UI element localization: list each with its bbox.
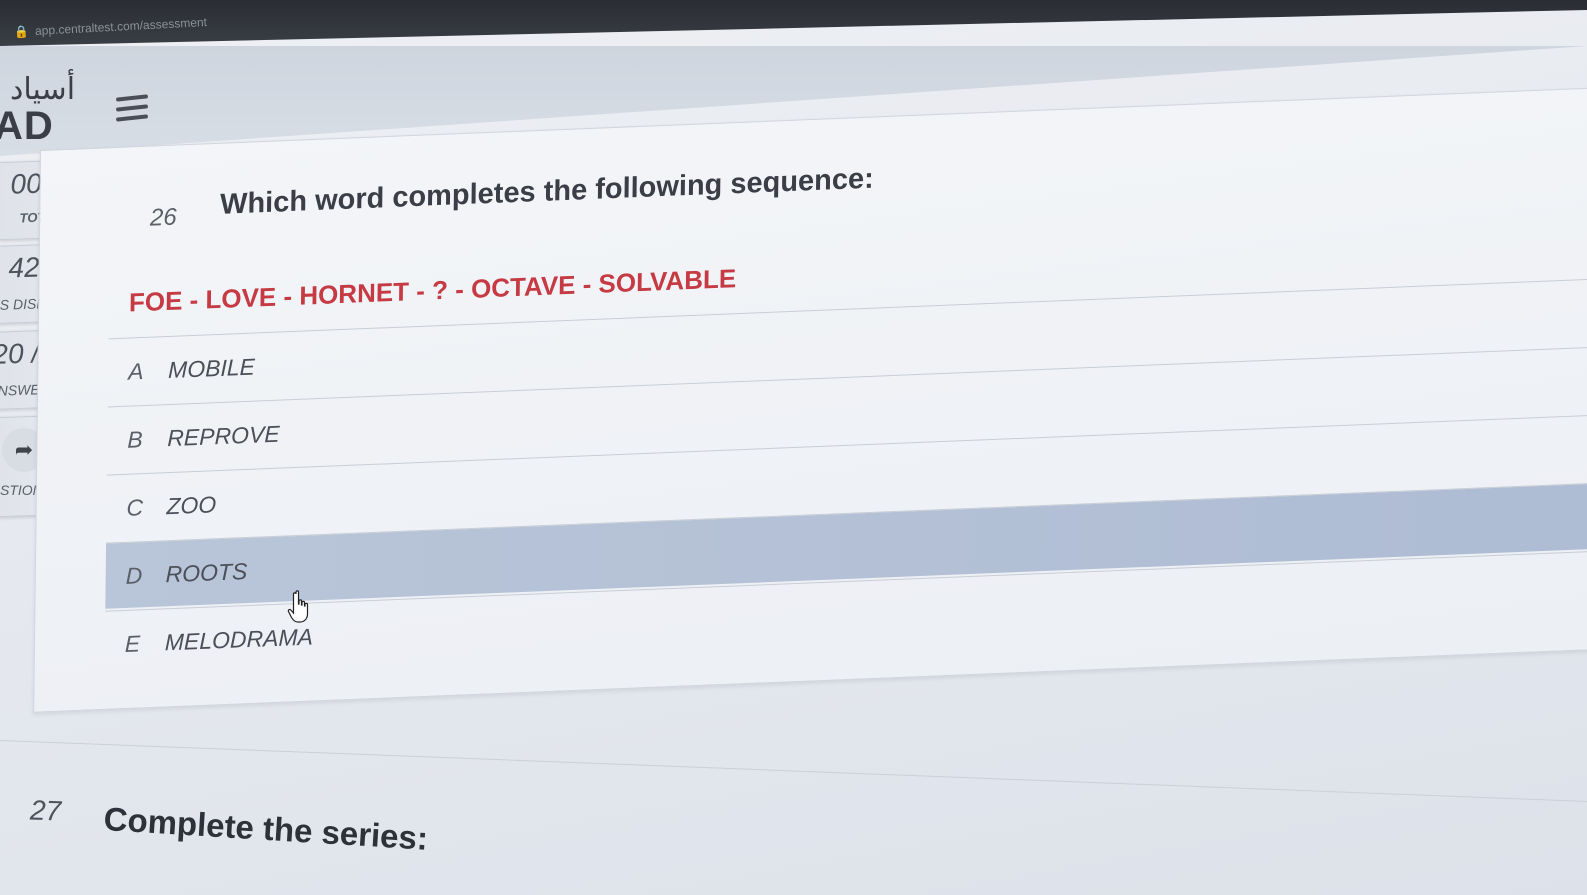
question-card: 26 Which word completes the following se… — [33, 85, 1587, 713]
option-letter: B — [127, 426, 143, 453]
option-text: ZOO — [166, 491, 217, 520]
option-text: ROOTS — [165, 558, 248, 588]
next-question-number: 27 — [29, 794, 62, 827]
lock-icon: 🔒 — [13, 24, 30, 40]
next-question-text: Complete the series: — [102, 800, 430, 857]
hand-cursor-icon — [287, 590, 309, 623]
option-letter: C — [126, 494, 144, 521]
option-text: REPROVE — [167, 420, 280, 452]
logo: AD — [0, 104, 54, 148]
browser-bar — [0, 0, 1587, 46]
logo-arabic: أسياد — [10, 72, 76, 107]
question-number: 26 — [149, 203, 177, 232]
screen: 🔒 app.centraltest.com/assessment أسياد AD… — [0, 0, 1587, 895]
question-text: Which word completes the following seque… — [219, 162, 874, 221]
option-text: MOBILE — [167, 353, 256, 384]
option-letter: A — [128, 358, 144, 385]
option-letter: D — [125, 562, 143, 589]
option-text: MELODRAMA — [164, 623, 314, 656]
divider — [0, 740, 1587, 803]
hamburger-icon[interactable] — [115, 94, 149, 124]
option-letter: E — [124, 630, 141, 658]
question-sequence: FOE - LOVE - HORNET - ? - OCTAVE - SOLVA… — [128, 263, 737, 318]
